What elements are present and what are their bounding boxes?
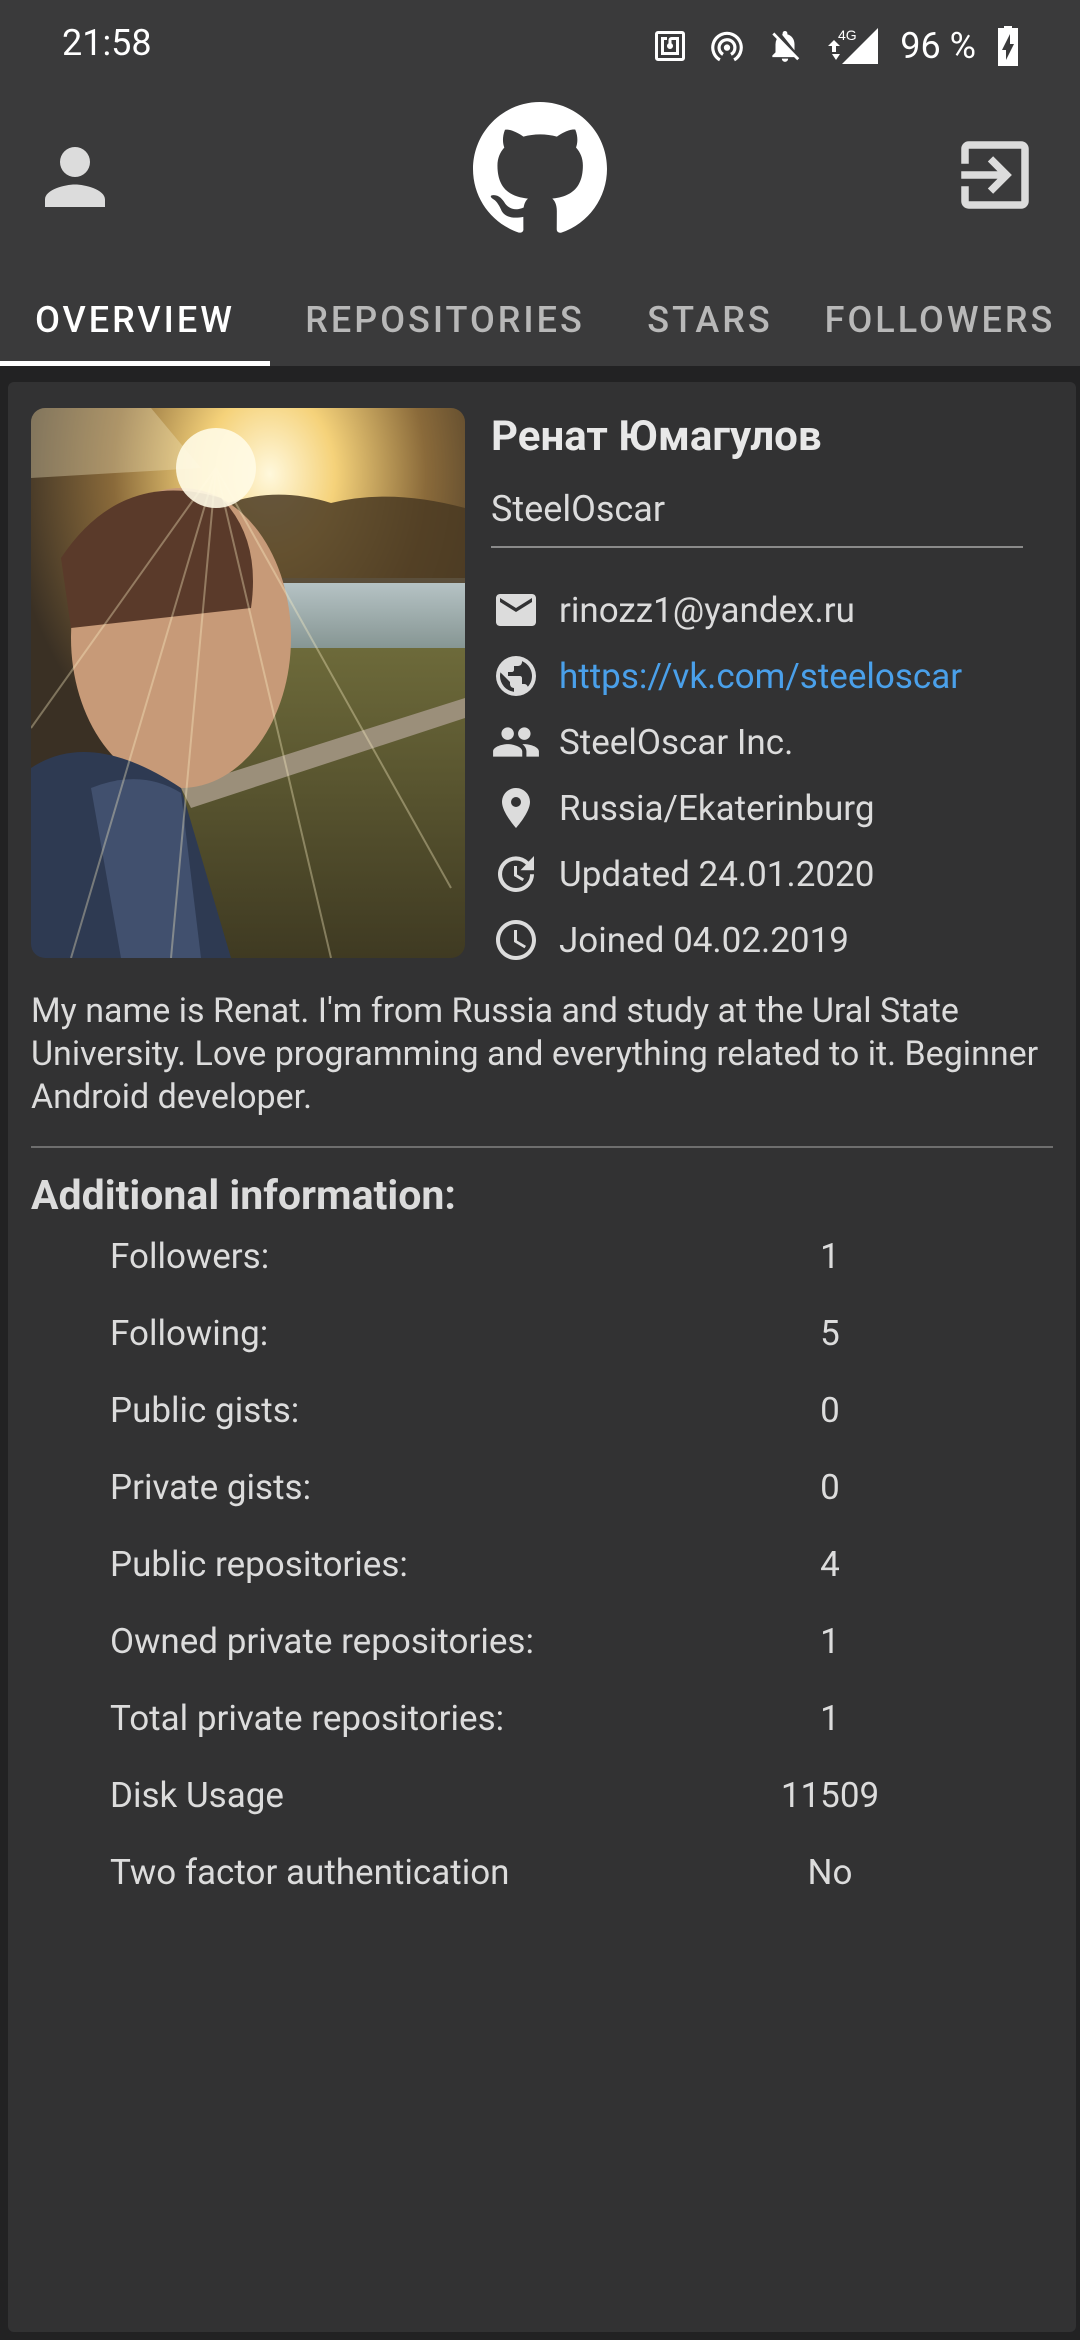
app-bar: OVERVIEW REPOSITORIES STARS FOLLOWERS xyxy=(0,96,1080,366)
stat-label: Following: xyxy=(110,1313,269,1354)
joined-row: Joined 04.02.2019 xyxy=(491,910,849,970)
status-icons: 4G 96 % xyxy=(652,20,1020,72)
globe-icon xyxy=(491,651,541,701)
tab-indicator xyxy=(0,361,270,366)
location-text: Russia/Ekaterinburg xyxy=(559,787,875,829)
company-row: SteelOscar Inc. xyxy=(491,712,793,772)
additional-info-title: Additional information: xyxy=(31,1172,456,1220)
tab-label: REPOSITORIES xyxy=(305,299,585,341)
bio-text: My name is Renat. I'm from Russia and st… xyxy=(31,991,1039,1117)
stat-label: Total private repositories: xyxy=(110,1698,505,1739)
battery-percent: 96 % xyxy=(900,25,976,67)
email-row: rinozz1@yandex.ru xyxy=(491,580,855,640)
stat-value: 1 xyxy=(820,1621,840,1662)
stat-label: Public repositories: xyxy=(110,1544,408,1585)
stat-value: No xyxy=(807,1852,853,1893)
divider xyxy=(31,1146,1053,1148)
company-text: SteelOscar Inc. xyxy=(559,721,794,763)
profile-login: SteelOscar xyxy=(491,488,666,530)
stat-value: 1 xyxy=(820,1236,840,1277)
logout-icon xyxy=(961,141,1029,209)
status-bar: 21:58 4G 96 % xyxy=(0,0,1080,96)
person-icon xyxy=(45,147,105,207)
stat-row-total-private-repositories: Total private repositories: 1 xyxy=(110,1689,960,1749)
stat-label: Public gists: xyxy=(110,1390,300,1431)
location-pin-icon xyxy=(491,783,541,833)
stat-row-disk-usage: Disk Usage 11509 xyxy=(110,1766,960,1826)
stat-row-following: Following: 5 xyxy=(110,1304,960,1364)
stat-label: Owned private repositories: xyxy=(110,1621,534,1662)
updated-row: Updated 24.01.2020 xyxy=(491,844,874,904)
tab-stars[interactable]: STARS xyxy=(620,274,800,366)
stat-value: 1 xyxy=(820,1698,840,1739)
stat-label: Disk Usage xyxy=(110,1775,284,1816)
stat-value: 0 xyxy=(820,1467,840,1508)
tab-label: OVERVIEW xyxy=(35,299,235,341)
avatar xyxy=(31,408,465,958)
svg-text:4G: 4G xyxy=(838,27,857,43)
email-icon xyxy=(491,585,541,635)
signal-4g-icon: 4G xyxy=(824,26,880,66)
hotspot-icon xyxy=(708,27,746,65)
updated-text: Updated 24.01.2020 xyxy=(559,853,875,895)
joined-text: Joined 04.02.2019 xyxy=(559,919,849,961)
stat-label: Private gists: xyxy=(110,1467,312,1508)
stat-label: Followers: xyxy=(110,1236,270,1277)
history-icon xyxy=(491,849,541,899)
stat-row-public-gists: Public gists: 0 xyxy=(110,1381,960,1441)
stat-row-two-factor: Two factor authentication No xyxy=(110,1843,960,1903)
email-text: rinozz1@yandex.ru xyxy=(559,589,855,631)
stat-label: Two factor authentication xyxy=(110,1852,510,1893)
tab-label: STARS xyxy=(647,299,773,341)
stat-row-public-repositories: Public repositories: 4 xyxy=(110,1535,960,1595)
profile-button[interactable] xyxy=(30,132,120,222)
people-icon xyxy=(491,717,541,767)
divider xyxy=(491,546,1023,548)
bell-off-icon xyxy=(766,27,804,65)
stat-value: 11509 xyxy=(780,1775,880,1816)
website-link[interactable]: https://vk.com/steeloscar xyxy=(559,656,962,697)
stat-row-private-gists: Private gists: 0 xyxy=(110,1458,960,1518)
stat-value: 0 xyxy=(820,1390,840,1431)
profile-name: Ренат Юмагулов xyxy=(491,412,822,461)
github-icon xyxy=(473,102,607,236)
website-row: https://vk.com/steeloscar xyxy=(491,646,962,706)
stat-value: 5 xyxy=(820,1313,840,1354)
nfc-icon xyxy=(652,28,688,64)
overview-card: Ренат Юмагулов SteelOscar rinozz1@yandex… xyxy=(8,382,1076,2332)
stat-row-followers: Followers: 1 xyxy=(110,1227,960,1287)
tab-bar: OVERVIEW REPOSITORIES STARS FOLLOWERS xyxy=(0,274,1080,366)
tab-followers[interactable]: FOLLOWERS xyxy=(800,274,1080,366)
stat-value: 4 xyxy=(820,1544,840,1585)
status-time: 21:58 xyxy=(62,22,152,64)
tab-overview[interactable]: OVERVIEW xyxy=(0,274,270,366)
clock-icon xyxy=(491,915,541,965)
tab-repositories[interactable]: REPOSITORIES xyxy=(270,274,620,366)
logout-button[interactable] xyxy=(950,130,1040,220)
tab-label: FOLLOWERS xyxy=(824,299,1056,341)
location-row: Russia/Ekaterinburg xyxy=(491,778,875,838)
battery-charging-icon xyxy=(996,26,1020,66)
stat-row-owned-private-repositories: Owned private repositories: 1 xyxy=(110,1612,960,1672)
